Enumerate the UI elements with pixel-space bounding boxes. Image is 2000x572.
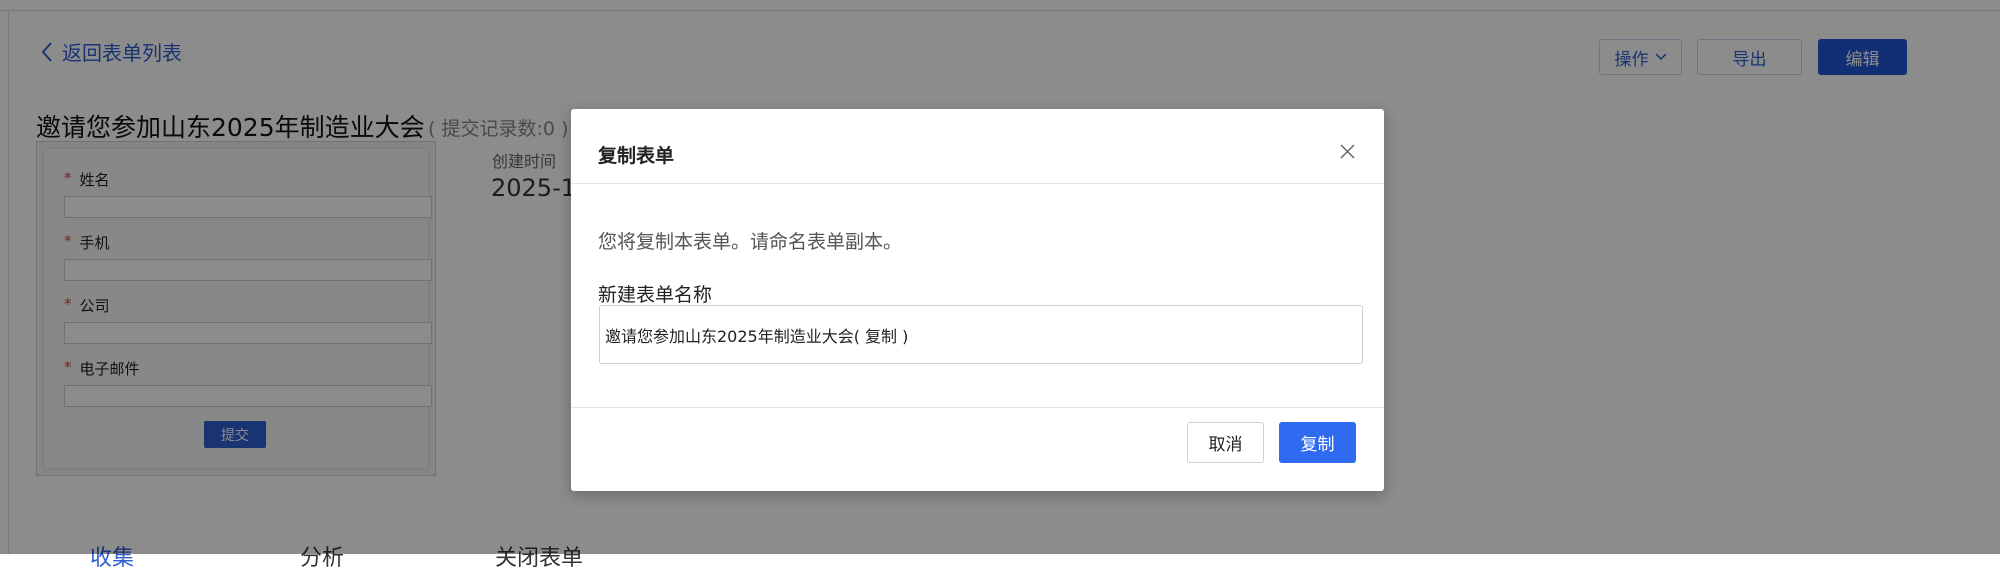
copy-button[interactable]: 复制	[1279, 422, 1356, 463]
new-form-name-input[interactable]	[599, 305, 1363, 364]
close-icon[interactable]	[1339, 143, 1356, 160]
copy-form-dialog: 复制表单 您将复制本表单。请命名表单副本。 新建表单名称 取消 复制	[571, 109, 1384, 491]
cancel-button[interactable]: 取消	[1187, 422, 1264, 463]
new-form-name-label: 新建表单名称	[598, 284, 713, 306]
dialog-footer-divider	[571, 407, 1384, 408]
dialog-title: 复制表单	[598, 145, 675, 167]
dialog-header: 复制表单	[571, 109, 1384, 184]
dialog-description: 您将复制本表单。请命名表单副本。	[598, 231, 903, 253]
